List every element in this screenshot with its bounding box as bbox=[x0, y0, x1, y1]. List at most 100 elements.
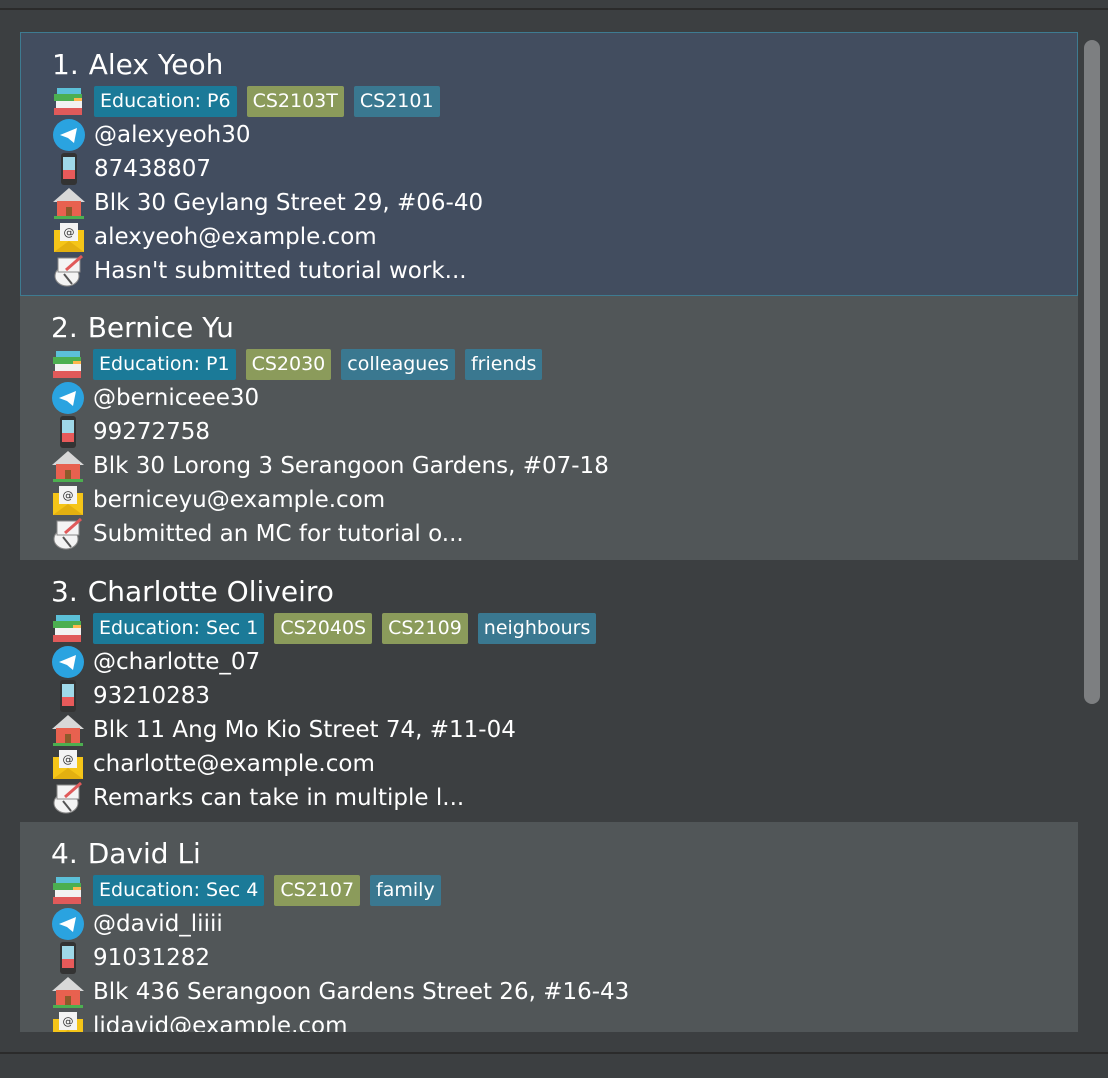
remark-row: Hasn't submitted tutorial work... bbox=[52, 254, 467, 288]
person-card[interactable]: 1. Alex Yeoh Education: P6 CS2103T CS2101… bbox=[20, 32, 1078, 296]
remark: Hasn't submitted tutorial work... bbox=[94, 258, 467, 284]
svg-text:@: @ bbox=[63, 489, 74, 502]
tag-education: Education: P6 bbox=[94, 85, 237, 117]
phone-icon bbox=[52, 152, 86, 186]
books-icon bbox=[51, 873, 85, 907]
phone-number: 87438807 bbox=[94, 156, 212, 182]
email-row: @ alexyeoh@example.com bbox=[52, 220, 377, 254]
tag-course: CS2030 bbox=[245, 348, 332, 380]
phone-icon bbox=[51, 415, 85, 449]
remark: Submitted an MC for tutorial o... bbox=[93, 521, 464, 547]
svg-text:@: @ bbox=[63, 753, 74, 766]
person-index: 1. bbox=[52, 48, 79, 81]
telegram-handle: @alexyeoh30 bbox=[94, 122, 251, 148]
telegram-row: @berniceee30 bbox=[51, 381, 259, 415]
remark-icon bbox=[51, 781, 85, 815]
telegram-row: @david_liiii bbox=[51, 907, 223, 941]
house-icon bbox=[51, 713, 85, 747]
house-icon bbox=[52, 186, 86, 220]
telegram-icon bbox=[52, 118, 86, 152]
person-card[interactable]: 4. David Li Education: Sec 4 CS2107 famil… bbox=[20, 822, 1078, 1032]
person-index: 3. bbox=[51, 575, 78, 608]
telegram-handle: @david_liiii bbox=[93, 911, 223, 937]
tags-row: Education: P6 CS2103T CS2101 bbox=[52, 84, 440, 118]
tag-label: family bbox=[370, 874, 441, 906]
scrollbar-thumb[interactable] bbox=[1084, 40, 1100, 704]
tag-course: CS2103T bbox=[246, 85, 344, 117]
person-list[interactable]: 1. Alex Yeoh Education: P6 CS2103T CS2101… bbox=[20, 32, 1078, 1032]
person-name: Charlotte Oliveiro bbox=[87, 575, 334, 608]
address-row: Blk 11 Ang Mo Kio Street 74, #11-04 bbox=[51, 713, 516, 747]
tag-course: CS2107 bbox=[274, 874, 361, 906]
phone-row: 99272758 bbox=[51, 415, 210, 449]
tag-education: Education: Sec 4 bbox=[93, 874, 265, 906]
person-card[interactable]: 3. Charlotte Oliveiro Education: Sec 1 CS… bbox=[20, 560, 1078, 824]
phone-number: 93210283 bbox=[93, 683, 211, 709]
svg-text:@: @ bbox=[63, 1015, 74, 1028]
tag-label: CS2101 bbox=[353, 85, 440, 117]
remark-row: Remarks can take in multiple l... bbox=[51, 781, 464, 815]
phone-row: 91031282 bbox=[51, 941, 210, 975]
address: Blk 436 Serangoon Gardens Street 26, #16… bbox=[93, 979, 630, 1005]
phone-number: 99272758 bbox=[93, 419, 211, 445]
person-name: David Li bbox=[87, 837, 201, 870]
telegram-row: @alexyeoh30 bbox=[52, 118, 251, 152]
person-name-row: 2. Bernice Yu bbox=[51, 310, 234, 346]
window-bottom-bar bbox=[0, 1052, 1108, 1078]
email-icon: @ bbox=[52, 220, 86, 254]
address: Blk 30 Lorong 3 Serangoon Gardens, #07-1… bbox=[93, 453, 609, 479]
house-icon bbox=[51, 975, 85, 1009]
email-icon: @ bbox=[51, 1009, 85, 1032]
phone-number: 91031282 bbox=[93, 945, 211, 971]
house-icon bbox=[51, 449, 85, 483]
tag-education: Education: Sec 1 bbox=[93, 612, 265, 644]
tag-label: neighbours bbox=[477, 612, 597, 644]
address-row: Blk 436 Serangoon Gardens Street 26, #16… bbox=[51, 975, 629, 1009]
tag-course: CS2040S bbox=[274, 612, 373, 644]
email-icon: @ bbox=[51, 747, 85, 781]
remark: Remarks can take in multiple l... bbox=[93, 785, 465, 811]
address: Blk 11 Ang Mo Kio Street 74, #11-04 bbox=[93, 717, 516, 743]
vertical-scrollbar[interactable] bbox=[1078, 32, 1108, 1032]
person-name: Alex Yeoh bbox=[88, 48, 224, 81]
tag-label: friends bbox=[464, 348, 543, 380]
tag-label: colleagues bbox=[341, 348, 455, 380]
remark-icon bbox=[51, 517, 85, 551]
remark-icon bbox=[52, 254, 86, 288]
person-name-row: 3. Charlotte Oliveiro bbox=[51, 574, 334, 610]
email: charlotte@example.com bbox=[93, 751, 375, 777]
email-row: @ berniceyu@example.com bbox=[51, 483, 385, 517]
email-row: @ lidavid@example.com bbox=[51, 1009, 348, 1032]
person-name-row: 4. David Li bbox=[51, 836, 201, 872]
person-index: 2. bbox=[51, 311, 78, 344]
email-icon: @ bbox=[51, 483, 85, 517]
address-row: Blk 30 Geylang Street 29, #06-40 bbox=[52, 186, 483, 220]
person-name-row: 1. Alex Yeoh bbox=[52, 47, 223, 83]
phone-icon bbox=[51, 941, 85, 975]
address: Blk 30 Geylang Street 29, #06-40 bbox=[94, 190, 484, 216]
telegram-icon bbox=[51, 381, 85, 415]
telegram-handle: @berniceee30 bbox=[93, 385, 260, 411]
tags-row: Education: Sec 1 CS2040S CS2109 neighbou… bbox=[51, 611, 597, 645]
window-top-bar bbox=[0, 0, 1108, 10]
tag-course: CS2109 bbox=[382, 612, 468, 644]
email: berniceyu@example.com bbox=[93, 487, 386, 513]
address-row: Blk 30 Lorong 3 Serangoon Gardens, #07-1… bbox=[51, 449, 609, 483]
email: lidavid@example.com bbox=[93, 1013, 348, 1032]
email: alexyeoh@example.com bbox=[94, 224, 377, 250]
tags-row: Education: P1 CS2030 colleagues friends bbox=[51, 347, 543, 381]
svg-text:@: @ bbox=[64, 226, 75, 239]
books-icon bbox=[51, 611, 85, 645]
books-icon bbox=[51, 347, 85, 381]
person-card[interactable]: 2. Bernice Yu Education: P1 CS2030 collea… bbox=[20, 296, 1078, 560]
tags-row: Education: Sec 4 CS2107 family bbox=[51, 873, 441, 907]
tag-education: Education: P1 bbox=[93, 348, 236, 380]
email-row: @ charlotte@example.com bbox=[51, 747, 375, 781]
telegram-handle: @charlotte_07 bbox=[93, 649, 261, 675]
telegram-icon bbox=[51, 907, 85, 941]
person-index: 4. bbox=[51, 837, 78, 870]
person-name: Bernice Yu bbox=[87, 311, 234, 344]
phone-row: 87438807 bbox=[52, 152, 211, 186]
remark-row: Submitted an MC for tutorial o... bbox=[51, 517, 464, 551]
books-icon bbox=[52, 84, 86, 118]
